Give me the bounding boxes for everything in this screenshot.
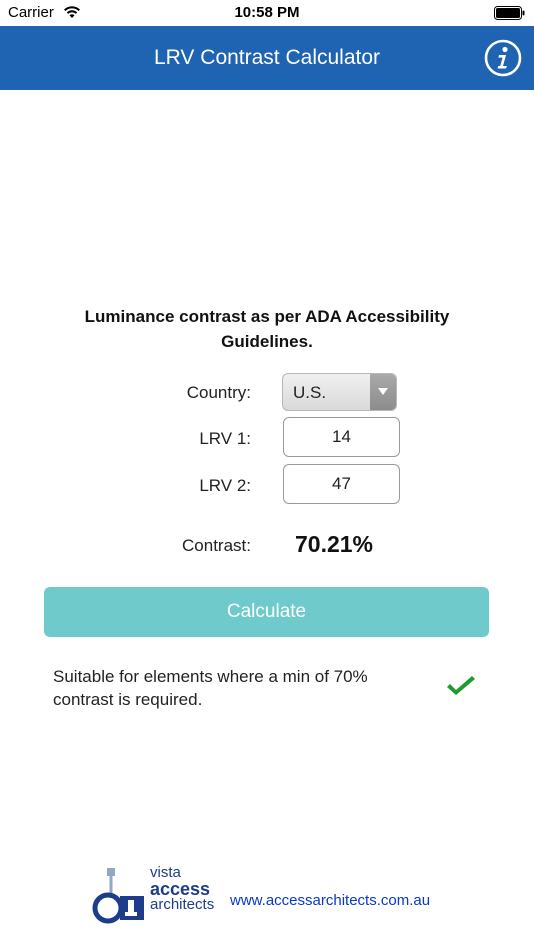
nav-title: LRV Contrast Calculator xyxy=(153,46,381,69)
country-select[interactable]: U.S. xyxy=(282,373,397,411)
contrast-value: 70.21% xyxy=(295,531,374,557)
app-screen: Carrier 10:58 PM LRV Contrast Calculator… xyxy=(0,0,534,950)
website-link[interactable]: www.accessarchitects.com.au xyxy=(230,892,430,909)
info-icon[interactable] xyxy=(484,39,522,77)
logo-text-architects: architects xyxy=(150,896,215,913)
lrv1-input[interactable]: 14 xyxy=(283,417,400,457)
calculate-button[interactable]: Calculate xyxy=(44,587,489,637)
checkmark-icon xyxy=(447,676,475,695)
logo-wordmark: vista access architects xyxy=(150,865,214,913)
status-time: 10:58 PM xyxy=(234,4,300,21)
chevron-down-icon[interactable] xyxy=(370,374,396,410)
battery-icon xyxy=(494,6,525,20)
company-logo: vista access architects xyxy=(92,862,220,926)
logo-mark-icon xyxy=(92,868,144,924)
result-message: Suitable for elements where a min of 70%… xyxy=(53,667,368,709)
lrv2-input[interactable]: 47 xyxy=(283,464,400,504)
logo-text-access: access xyxy=(150,879,211,899)
lrv2-label: LRV 2: xyxy=(199,476,251,495)
lrv1-label: LRV 1: xyxy=(199,429,251,448)
status-bar: Carrier 10:58 PM xyxy=(0,0,534,26)
contrast-label: Contrast: xyxy=(182,536,251,555)
page-headline: Luminance contrast as per ADA Accessibil… xyxy=(84,307,450,351)
country-label: Country: xyxy=(186,383,251,402)
country-selected-value: U.S. xyxy=(293,383,327,402)
nav-bar: LRV Contrast Calculator xyxy=(0,26,534,90)
